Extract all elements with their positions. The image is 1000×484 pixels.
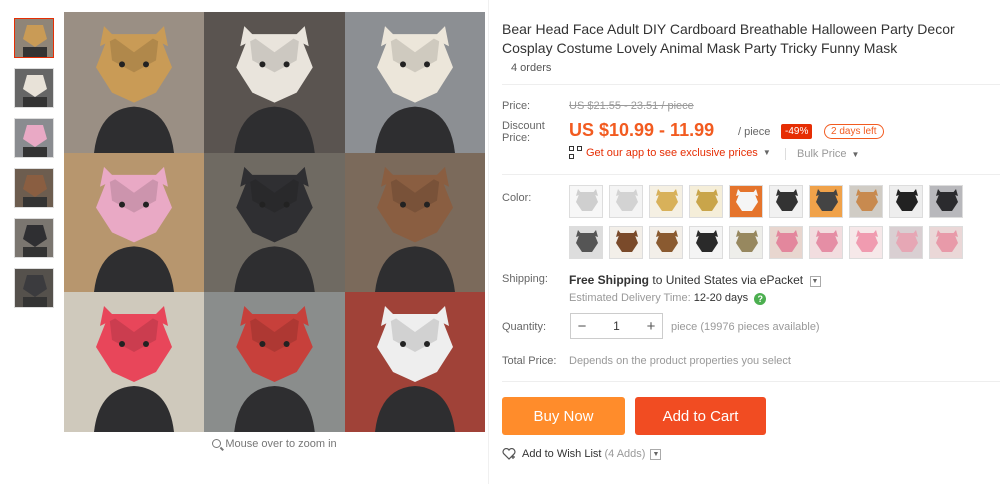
- discount-percent-badge: -49%: [781, 124, 813, 139]
- tiger-orange-swatch[interactable]: [809, 185, 843, 218]
- rabbit-masks-photo: [64, 292, 204, 432]
- increment-button[interactable]: +: [640, 318, 662, 335]
- magnifier-icon: [212, 439, 222, 448]
- wishlist-text: Add to Wish List: [522, 448, 602, 460]
- unicorn-rose-swatch[interactable]: [809, 226, 843, 259]
- column-divider: [488, 0, 489, 484]
- delivery-time: Estimated Delivery Time: 12-20 days ?: [569, 292, 767, 305]
- panda-swatch[interactable]: [689, 226, 723, 259]
- discount-price: US $10.99 - 11.99: [569, 120, 715, 140]
- monkey-paper-swatch[interactable]: [569, 185, 603, 218]
- bear-grey-swatch[interactable]: [729, 226, 763, 259]
- days-left-badge: 2 days left: [824, 124, 884, 139]
- bear-mask-thumb[interactable]: [14, 218, 54, 258]
- decrement-button[interactable]: −: [571, 318, 593, 335]
- price-unit: / piece: [738, 126, 771, 138]
- fox-mask-thumb[interactable]: [14, 168, 54, 208]
- app-promo-link[interactable]: Get our app to see exclusive prices ▼: [569, 146, 771, 159]
- quantity-stepper: − 1 +: [570, 313, 663, 339]
- person-black-swatch[interactable]: [769, 185, 803, 218]
- buy-now-button[interactable]: Buy Now: [502, 397, 625, 435]
- product-gallery[interactable]: [64, 12, 485, 432]
- cat-paper-swatch[interactable]: [609, 185, 643, 218]
- dog-mask-thumb[interactable]: [14, 268, 54, 308]
- shipping-destination[interactable]: United States: [666, 273, 738, 287]
- dog-masks-photo: [204, 153, 345, 292]
- cat-mask-thumb[interactable]: [14, 68, 54, 108]
- discount-price-label: Discount Price:: [502, 120, 545, 144]
- shipping-info: Free Shipping to United States via ePack…: [569, 273, 821, 287]
- checkered-swatch[interactable]: [569, 226, 603, 259]
- product-title: Bear Head Face Adult DIY Cardboard Breat…: [502, 21, 955, 56]
- shipping-dropdown-icon[interactable]: ▼: [809, 276, 821, 287]
- order-count: 4 orders: [511, 62, 552, 74]
- color-swatches: [569, 185, 979, 259]
- original-price: US $21.55 - 23.51 / piece: [569, 100, 694, 112]
- color-label: Color:: [502, 192, 532, 204]
- shipping-to-text: to: [652, 273, 663, 287]
- zebra-swatch[interactable]: [889, 185, 923, 218]
- wishlist-count: (4 Adds): [604, 448, 646, 460]
- heart-icon: [502, 448, 516, 460]
- zoom-hint-text: Mouse over to zoom in: [225, 438, 337, 450]
- free-shipping-text: Free Shipping: [569, 273, 650, 287]
- divider: [502, 174, 1000, 175]
- fox-brown-swatch[interactable]: [849, 185, 883, 218]
- monkey-mask-thumb[interactable]: [14, 18, 54, 58]
- fox-mask-photo: [345, 12, 485, 153]
- app-promo-text: Get our app to see exclusive prices: [586, 146, 758, 159]
- bear-mask-photo: [345, 153, 485, 292]
- unicorn-mask-photo: [64, 153, 204, 292]
- mask-collage-thumb[interactable]: [14, 118, 54, 158]
- unicorn-white-swatch[interactable]: [889, 226, 923, 259]
- shipping-method: via ePacket: [741, 273, 804, 287]
- fox-orange-swatch[interactable]: [729, 185, 763, 218]
- total-price-label: Total Price:: [502, 355, 557, 367]
- delivery-label: Estimated Delivery Time:: [569, 292, 691, 304]
- divider: [502, 381, 1000, 382]
- unicorn-light-swatch[interactable]: [849, 226, 883, 259]
- help-icon[interactable]: ?: [754, 293, 767, 305]
- total-price-note: Depends on the product properties you se…: [569, 355, 791, 367]
- pig-pink-swatch[interactable]: [929, 226, 963, 259]
- bulk-price-link[interactable]: Bulk Price ▼: [785, 148, 859, 160]
- delivery-value: 12-20 days: [693, 292, 749, 304]
- chevron-down-icon: ▼: [851, 150, 860, 159]
- thumbnail-list: [14, 18, 56, 318]
- divider: [502, 84, 1000, 85]
- unicorn-pink-swatch[interactable]: [769, 226, 803, 259]
- zoom-hint: Mouse over to zoom in: [64, 438, 485, 450]
- bear-light-swatch[interactable]: [649, 226, 683, 259]
- black-cat-swatch[interactable]: [929, 185, 963, 218]
- quantity-label: Quantity:: [502, 321, 547, 333]
- monkey-mask-photo: [64, 12, 204, 153]
- quantity-input[interactable]: 1: [593, 319, 640, 333]
- add-to-cart-button[interactable]: Add to Cart: [635, 397, 766, 435]
- white-unicorn-mask-photo: [345, 292, 485, 432]
- wishlist-dropdown-icon[interactable]: ▼: [650, 448, 662, 460]
- chevron-down-icon: ▼: [762, 148, 771, 157]
- stock-available: piece (19976 pieces available): [671, 321, 820, 333]
- lion-yellow-swatch[interactable]: [649, 185, 683, 218]
- cat-mask-photo: [204, 12, 345, 153]
- shipping-label: Shipping:: [502, 273, 548, 285]
- red-fox-mask-photo: [204, 292, 345, 432]
- add-to-wishlist-link[interactable]: Add to Wish List (4 Adds) ▼: [502, 448, 662, 460]
- qr-code-icon: [569, 146, 582, 159]
- price-label: Price:: [502, 100, 531, 112]
- monkey-yellow-swatch[interactable]: [689, 185, 723, 218]
- bear-brown-swatch[interactable]: [609, 226, 643, 259]
- bulk-price-text: Bulk Price: [797, 148, 847, 160]
